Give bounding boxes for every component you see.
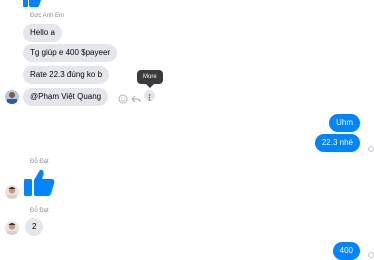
more-tooltip: More [137,70,163,88]
seen-indicator-icon [368,252,374,258]
message-bubble[interactable]: Uhm [329,114,360,132]
smiley-icon[interactable] [118,91,128,104]
avatar[interactable] [5,90,19,104]
sender-name: Đỗ Đạt [30,159,49,165]
avatar[interactable] [5,185,19,199]
message-bubble[interactable]: Rate 22.3 đúng ko b [23,66,110,84]
reply-arrow-icon[interactable] [131,91,141,103]
message-bubble[interactable]: @Phạm Việt Quang [23,88,109,106]
message-bubble[interactable]: 22.3 nhé [314,134,360,152]
seen-indicator-icon [368,146,374,152]
sender-name: Đức Anh Em [30,13,65,19]
more-vertical-icon[interactable] [144,90,155,101]
avatar[interactable] [5,221,19,235]
sender-name: Đỗ Đạt [30,208,49,214]
message-bubble[interactable]: 400 [332,242,360,260]
message-bubble[interactable]: Hello a [23,24,62,42]
message-bubble[interactable]: Tg giúp e 400 $payeer [23,44,118,62]
like-icon[interactable] [23,168,55,198]
like-icon [22,0,42,8]
message-bubble[interactable]: 2 [25,218,44,236]
